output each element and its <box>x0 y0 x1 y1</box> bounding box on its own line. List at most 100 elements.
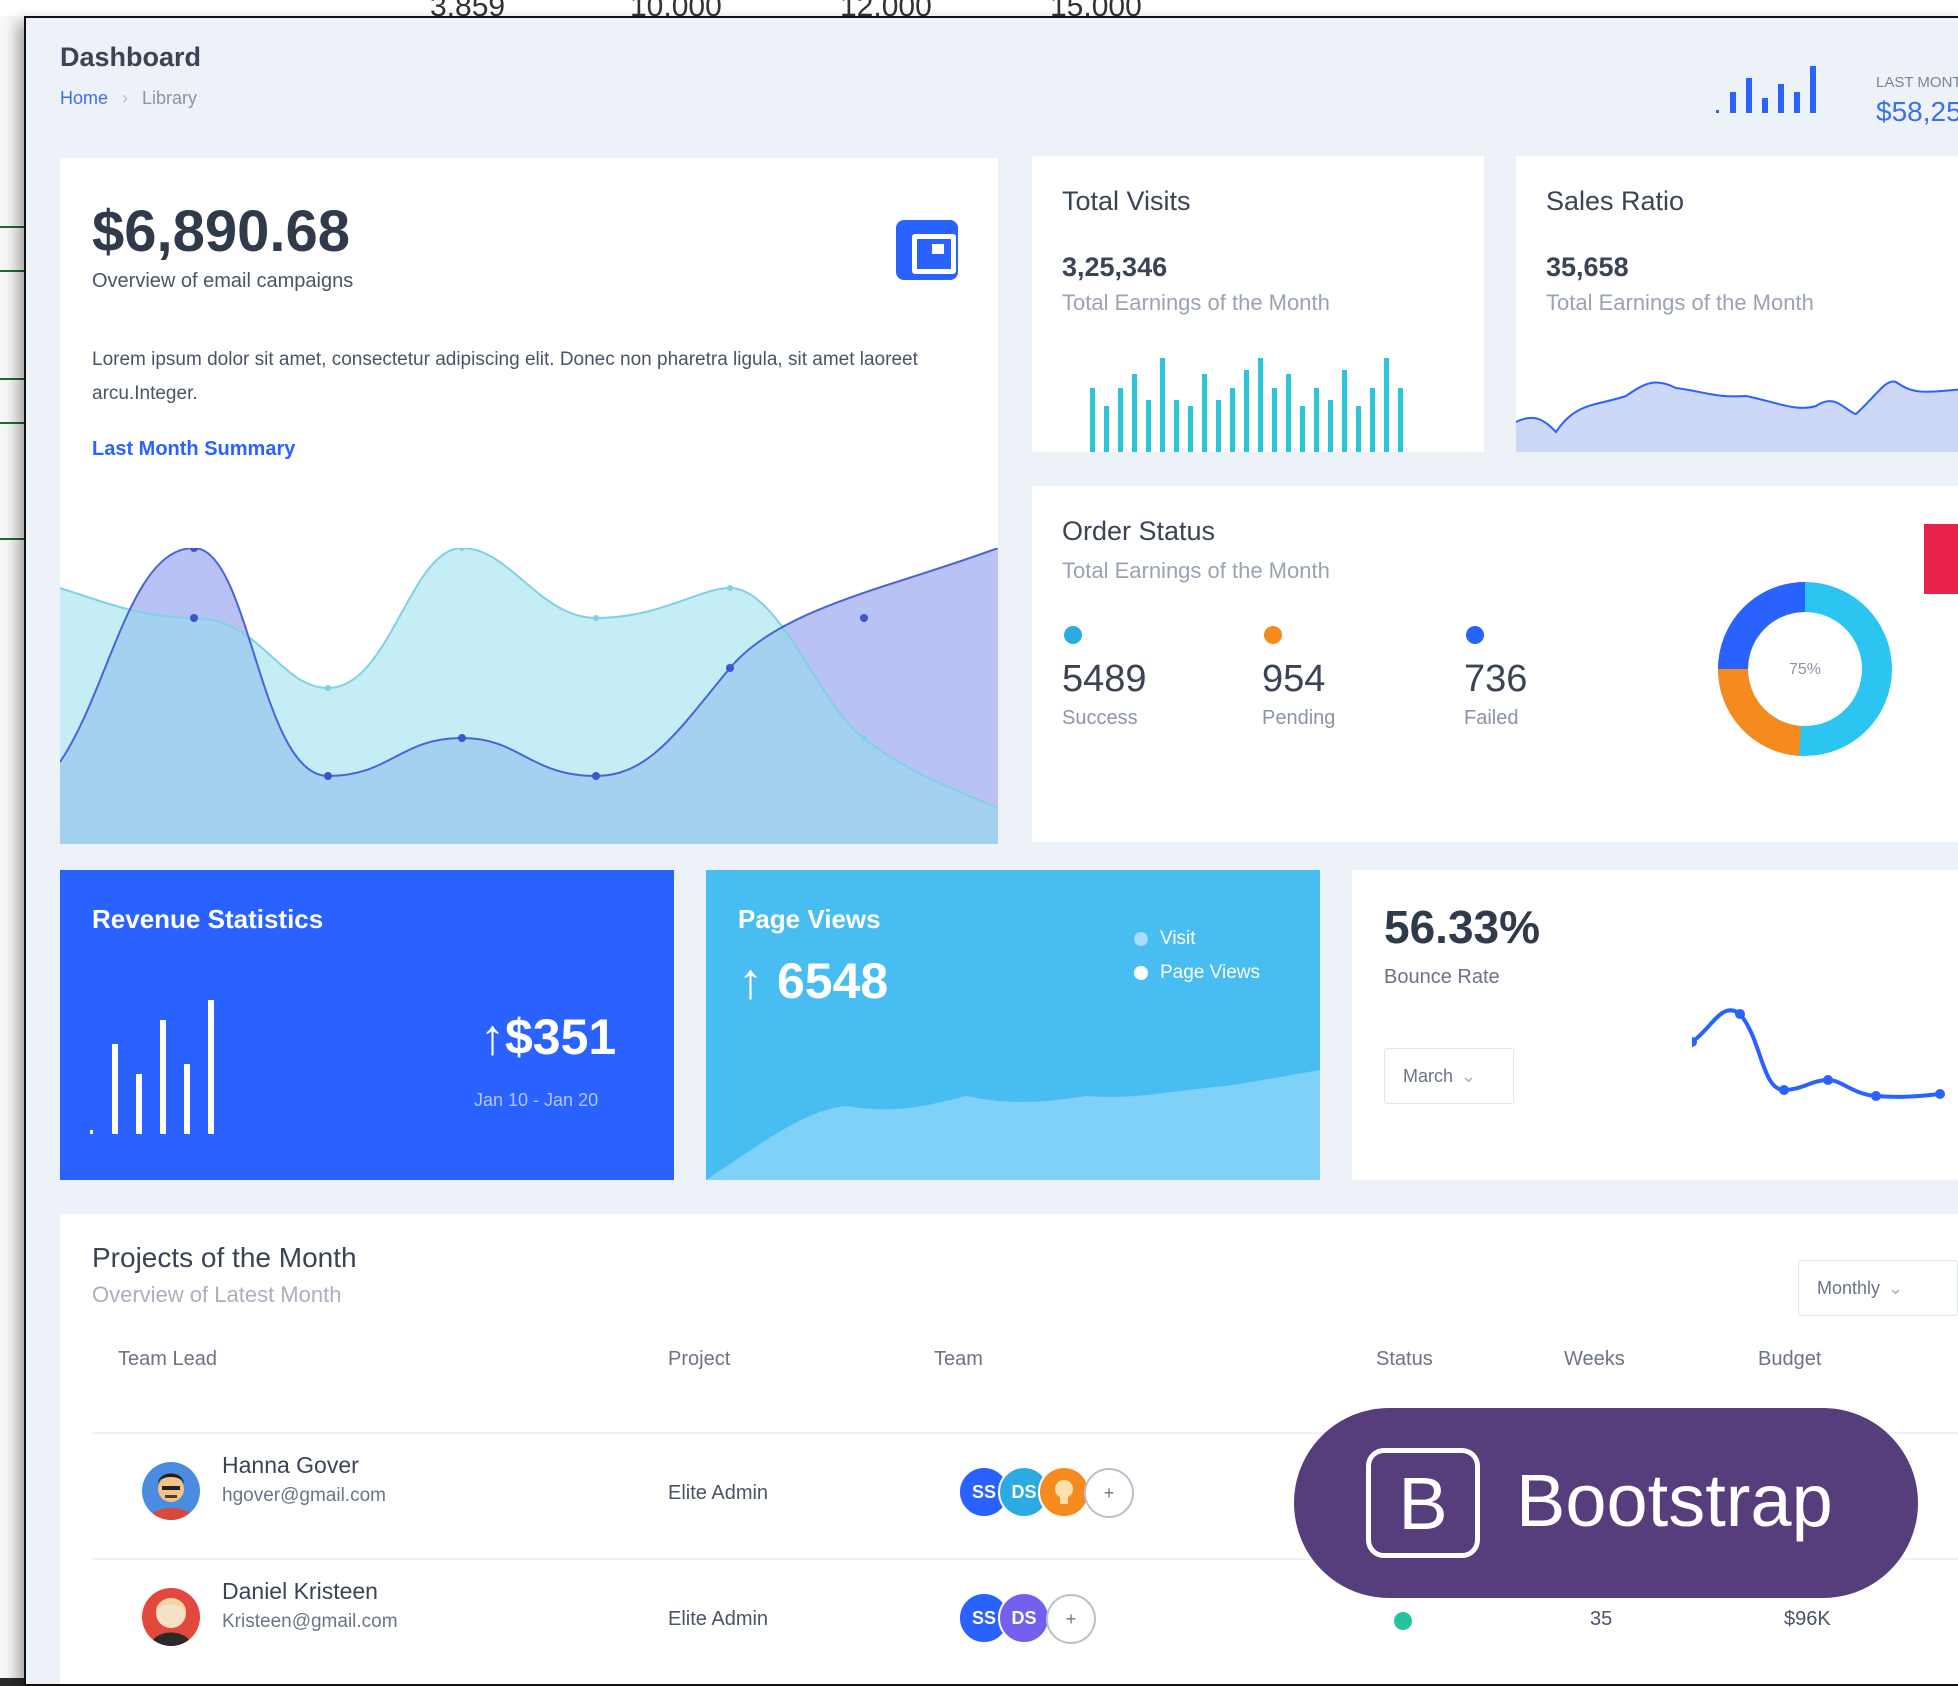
overview-body: Lorem ipsum dolor sit amet, consectetur … <box>92 349 918 404</box>
donut-center-label: 75% <box>1789 661 1821 678</box>
page-views-legend: Visit Page Views <box>1134 922 1260 990</box>
order-pending-stat: 954 Pending <box>1262 626 1422 730</box>
breadcrumb: Home › Library <box>60 88 197 109</box>
project-name: Elite Admin <box>668 1608 769 1630</box>
breadcrumb-home-link[interactable]: Home <box>60 88 108 108</box>
page-title: Dashboard <box>60 42 202 72</box>
weeks-value: 35 <box>1590 1608 1613 1630</box>
projects-title: Projects of the Month <box>92 1242 357 1273</box>
page-views-title: Page Views <box>738 904 881 934</box>
column-header-status[interactable]: Status <box>1376 1348 1433 1371</box>
sales-ratio-subtitle: Total Earnings of the Month <box>1546 290 1814 315</box>
column-header-budget[interactable]: Budget <box>1758 1348 1821 1371</box>
column-header-project[interactable]: Project <box>668 1348 730 1371</box>
bounce-month-value: March <box>1403 1065 1454 1086</box>
order-success-label: Success <box>1062 707 1138 729</box>
total-visits-value: 3,25,346 <box>1062 252 1168 282</box>
team-member-avatar[interactable] <box>1038 1466 1090 1518</box>
breadcrumb-current: Library <box>142 88 198 108</box>
page-views-card: Page Views ↑ 6548 Visit Page Views <box>706 870 1320 1180</box>
success-dot-icon <box>1064 626 1082 644</box>
revenue-title: Revenue Statistics <box>92 904 324 934</box>
column-header-team-lead[interactable]: Team Lead <box>118 1348 217 1371</box>
revenue-bar-chart <box>90 1000 214 1134</box>
bootstrap-badge: B Bootstrap <box>1294 1408 1918 1598</box>
background-number: 3,859 <box>430 0 505 16</box>
order-status-donut-chart: 75% <box>1717 582 1892 756</box>
last-month-widget: LAST MONTH $58,256 <box>1716 48 1958 127</box>
background-number: 10,000 <box>630 0 722 16</box>
page-views-dot-icon <box>1134 966 1148 980</box>
arrow-up-icon: ↑ <box>738 953 763 1009</box>
column-header-team[interactable]: Team <box>934 1348 983 1371</box>
avatar <box>142 1588 200 1646</box>
wallet-icon[interactable] <box>896 220 958 280</box>
order-failed-stat: 736 Failed <box>1464 626 1624 730</box>
settings-toggle-tab[interactable] <box>1924 524 1958 594</box>
projects-subtitle: Overview of Latest Month <box>92 1282 342 1307</box>
team-lead-cell: Daniel Kristeen Kristeen@gmail.com <box>222 1578 398 1633</box>
last-month-label: LAST MONTH <box>1876 74 1958 91</box>
revenue-amount-value: $351 <box>505 1009 617 1065</box>
total-visits-bar-chart <box>1090 358 1403 452</box>
order-pending-value: 954 <box>1262 658 1326 700</box>
order-success-value: 5489 <box>1062 658 1147 700</box>
order-pending-label: Pending <box>1262 707 1336 729</box>
order-success-stat: 5489 Success <box>1062 626 1222 730</box>
total-visits-subtitle: Total Earnings of the Month <box>1062 290 1330 315</box>
bounce-rate-value: 56.33% <box>1384 901 1541 953</box>
projects-period-value: Monthly <box>1817 1277 1881 1298</box>
team-lead-cell: Hanna Gover hgover@gmail.com <box>222 1452 386 1507</box>
last-month-bars-icon <box>1716 66 1816 113</box>
avatar <box>142 1462 200 1520</box>
overview-amount: $6,890.68 <box>92 199 351 264</box>
bootstrap-wordmark: Bootstrap <box>1516 1459 1833 1542</box>
breadcrumb-separator-icon: › <box>122 88 129 108</box>
team-lead-email: Kristeen@gmail.com <box>222 1611 398 1632</box>
last-month-value: $58,256 <box>1876 96 1958 127</box>
overview-card: $6,890.68 Overview of email campaigns Lo… <box>60 158 998 844</box>
dashboard-window: Dashboard Home › Library LAST MONTH $58,25… <box>24 16 1958 1686</box>
user-face-icon <box>148 1473 194 1520</box>
chevron-down-icon: ⌄ <box>1461 1065 1477 1086</box>
sales-ratio-value: 35,658 <box>1546 252 1629 282</box>
order-failed-value: 736 <box>1464 658 1528 700</box>
order-failed-label: Failed <box>1464 707 1519 729</box>
add-team-member-button[interactable]: + <box>1046 1594 1096 1644</box>
order-status-title: Order Status <box>1062 516 1216 546</box>
total-visits-card: Total Visits 3,25,346 Total Earnings of … <box>1032 156 1484 452</box>
total-visits-title: Total Visits <box>1062 186 1191 216</box>
column-header-weeks[interactable]: Weeks <box>1564 1348 1625 1371</box>
lightbulb-icon <box>1055 1480 1073 1504</box>
legend-page-views-label: Page Views <box>1160 962 1260 983</box>
project-name: Elite Admin <box>668 1482 769 1504</box>
bounce-rate-label: Bounce Rate <box>1384 966 1500 988</box>
sales-ratio-area-chart <box>1516 380 1958 452</box>
add-team-member-button[interactable]: + <box>1084 1468 1134 1518</box>
team-member-chip[interactable]: DS <box>998 1592 1050 1644</box>
team-lead-name: Daniel Kristeen <box>222 1578 378 1604</box>
legend-visit-label: Visit <box>1160 928 1196 949</box>
background-number: 12,000 <box>840 0 932 16</box>
team-lead-name: Hanna Gover <box>222 1452 359 1478</box>
bootstrap-logo-icon: B <box>1366 1448 1480 1558</box>
projects-period-select[interactable]: Monthly ⌄ <box>1798 1260 1958 1316</box>
order-status-card: Order Status Total Earnings of the Month… <box>1032 486 1958 842</box>
revenue-amount: ↑$351 <box>480 1008 616 1066</box>
bounce-month-select[interactable]: March ⌄ <box>1384 1048 1514 1104</box>
revenue-date-range: Jan 10 - Jan 20 <box>474 1090 599 1110</box>
sales-ratio-card: Sales Ratio 35,658 Total Earnings of the… <box>1516 156 1958 452</box>
team-lead-email: hgover@gmail.com <box>222 1485 386 1506</box>
status-active-dot-icon <box>1394 1612 1412 1630</box>
background-number-strip: 3,859 10,000 12,000 15,000 <box>0 0 1958 16</box>
revenue-statistics-card: Revenue Statistics ↑$351 Jan 10 - Jan 20 <box>60 870 674 1180</box>
user-face-icon <box>150 1598 192 1646</box>
bounce-rate-card: 56.33% Bounce Rate March ⌄ <box>1352 870 1958 1180</box>
legend-item-page-views: Page Views <box>1134 956 1260 990</box>
overview-area-chart <box>60 548 998 844</box>
budget-value: $96K <box>1784 1608 1831 1630</box>
last-month-summary-link[interactable]: Last Month Summary <box>92 438 295 461</box>
failed-dot-icon <box>1466 626 1484 644</box>
visit-dot-icon <box>1134 932 1148 946</box>
arrow-up-icon: ↑ <box>480 1009 505 1065</box>
